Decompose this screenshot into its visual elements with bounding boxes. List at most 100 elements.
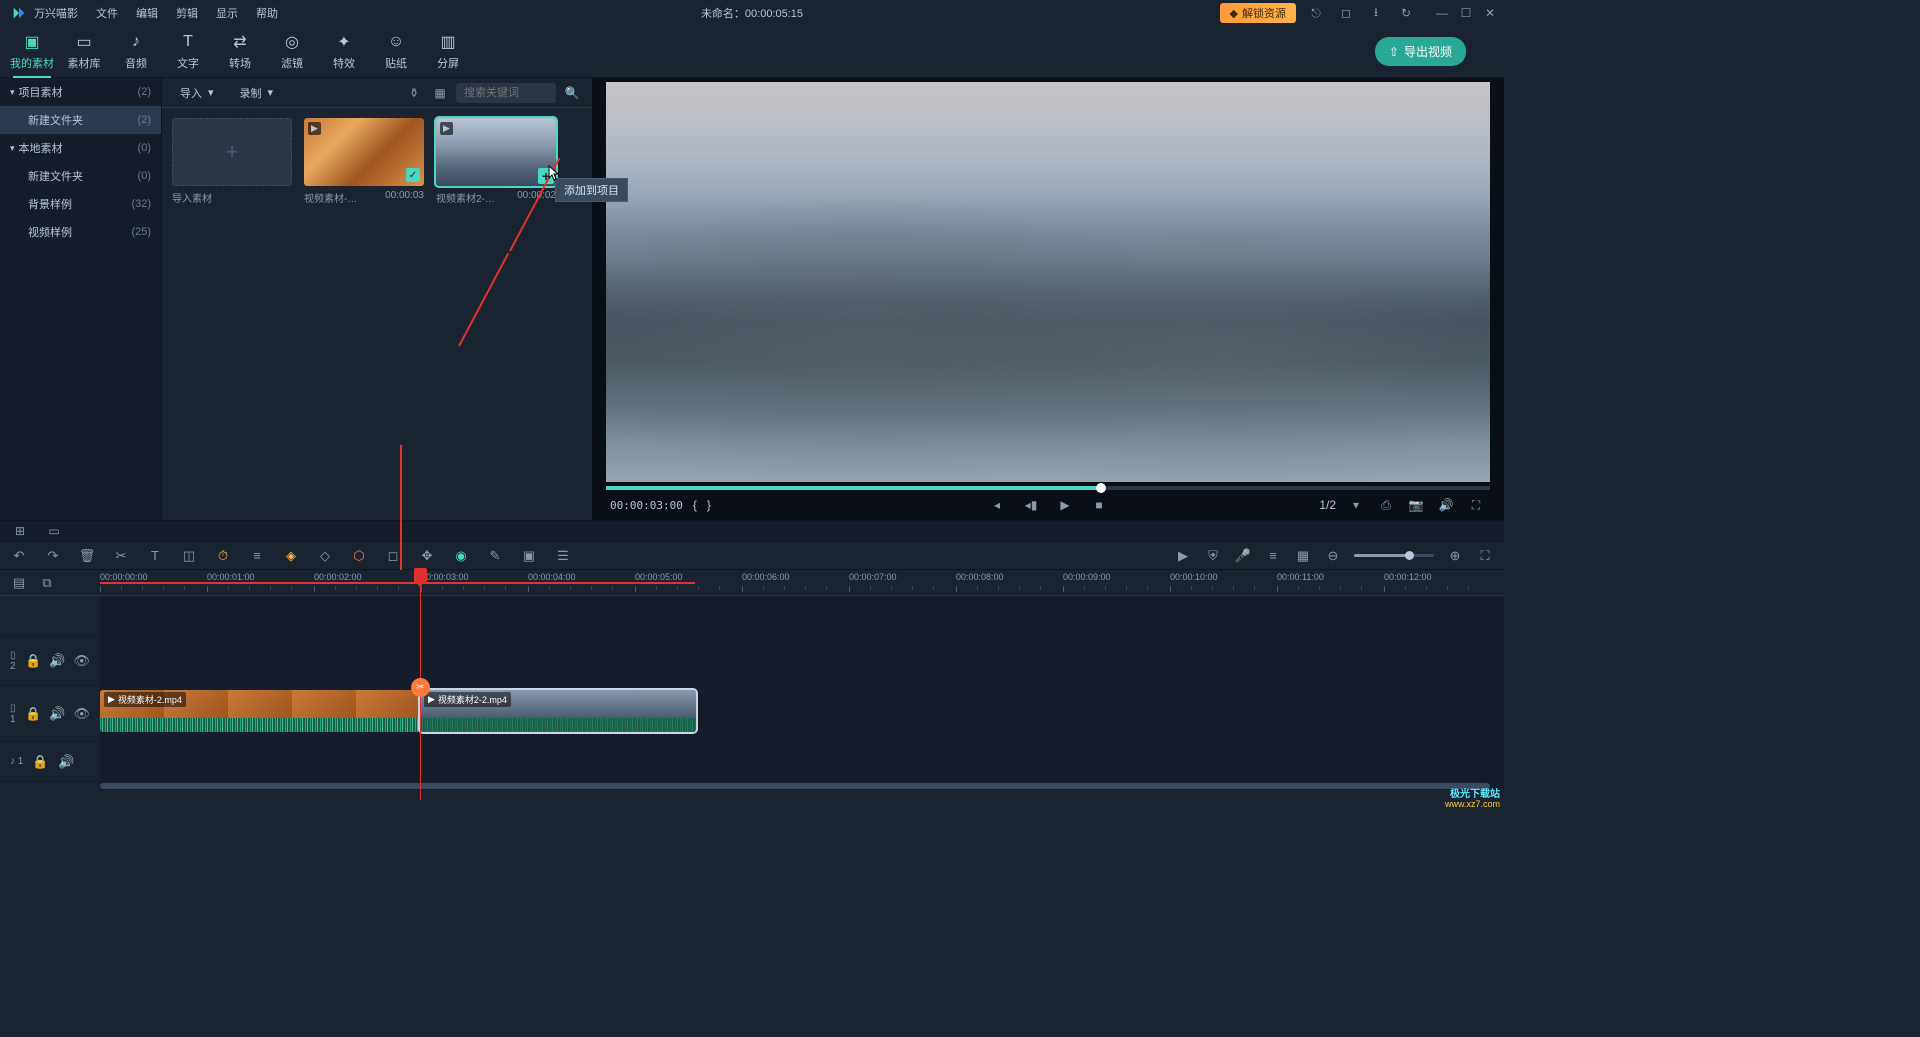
speed-button[interactable]: ⏱ bbox=[214, 547, 232, 565]
timeline-hscroll[interactable] bbox=[100, 782, 1504, 790]
maximize-button[interactable]: ☐ bbox=[1456, 3, 1476, 23]
notification-icon[interactable]: ⎋ bbox=[1306, 3, 1326, 23]
sidebar-item-video-samples[interactable]: 视频样例(25) bbox=[0, 218, 161, 246]
tab-my-media[interactable]: ▣我的素材 bbox=[8, 28, 56, 76]
lock-icon[interactable]: 🔒 bbox=[25, 705, 41, 723]
mic-icon[interactable]: 🎤 bbox=[1234, 547, 1252, 565]
mute-icon[interactable]: 🔊 bbox=[49, 705, 65, 723]
track-manage-icon[interactable]: ▤ bbox=[10, 574, 28, 592]
tab-label: 素材库 bbox=[68, 55, 101, 71]
annotation-arrow-2 bbox=[400, 445, 402, 590]
unlock-resources-button[interactable]: ◆ 解锁资源 bbox=[1220, 3, 1296, 23]
tab-stock-media[interactable]: ▭素材库 bbox=[60, 28, 108, 76]
folder-icon[interactable]: ▭ bbox=[44, 521, 64, 541]
menu-edit[interactable]: 编辑 bbox=[128, 2, 166, 24]
snapshot-icon[interactable]: ⎙ bbox=[1376, 495, 1396, 515]
motion-button[interactable]: ⬡ bbox=[350, 547, 368, 565]
work-area-range[interactable] bbox=[100, 582, 695, 584]
media-clip-2[interactable]: ▶ + 视频素材2-…00:00:02 bbox=[436, 118, 556, 205]
playhead-handle[interactable] bbox=[414, 568, 427, 582]
tab-effects[interactable]: ✦特效 bbox=[320, 28, 368, 76]
screen-button[interactable]: ▣ bbox=[520, 547, 538, 565]
preview-scale[interactable]: 1/2 bbox=[1319, 498, 1336, 512]
snap-icon[interactable]: ▦ bbox=[1294, 547, 1312, 565]
tab-audio[interactable]: ♪音频 bbox=[112, 28, 160, 76]
mute-icon[interactable]: 🔊 bbox=[49, 652, 65, 670]
crop-button[interactable]: ◫ bbox=[180, 547, 198, 565]
menu-help[interactable]: 帮助 bbox=[248, 2, 286, 24]
text-tool-button[interactable]: T bbox=[146, 547, 164, 565]
search-icon[interactable]: 🔍 bbox=[562, 83, 582, 103]
play-button[interactable]: ▶ bbox=[1055, 495, 1075, 515]
undo-button[interactable]: ↶ bbox=[10, 547, 28, 565]
prev-frame-button[interactable]: ◂ bbox=[987, 495, 1007, 515]
search-input[interactable] bbox=[456, 83, 556, 103]
stop-button[interactable]: ■ bbox=[1089, 495, 1109, 515]
audio-tool-button[interactable]: ≡ bbox=[248, 547, 266, 565]
sync-icon[interactable]: ↻ bbox=[1396, 3, 1416, 23]
lock-icon[interactable]: 🔒 bbox=[25, 652, 41, 670]
tab-filter[interactable]: ◎滤镜 bbox=[268, 28, 316, 76]
menu-clip[interactable]: 剪辑 bbox=[168, 2, 206, 24]
fullscreen-icon[interactable]: ⛶ bbox=[1466, 495, 1486, 515]
visibility-icon[interactable]: 👁 bbox=[73, 705, 90, 723]
media-clip-1[interactable]: ▶ ✓ 视频素材-…00:00:03 bbox=[304, 118, 424, 205]
redo-button[interactable]: ↷ bbox=[44, 547, 62, 565]
visibility-icon[interactable]: 👁 bbox=[73, 652, 90, 670]
record-dropdown[interactable]: 录制▾ bbox=[232, 82, 282, 104]
mute-icon[interactable]: 🔊 bbox=[57, 753, 75, 771]
filter-icon[interactable]: ⚱ bbox=[404, 83, 424, 103]
split-button[interactable]: ✂ bbox=[112, 547, 130, 565]
sidebar-item-background-samples[interactable]: 背景样例(32) bbox=[0, 190, 161, 218]
zoom-in-button[interactable]: ⊕ bbox=[1446, 547, 1464, 565]
message-icon[interactable]: ◻ bbox=[1336, 3, 1356, 23]
tab-split-screen[interactable]: ▥分屏 bbox=[424, 28, 472, 76]
camera-icon[interactable]: 📷 bbox=[1406, 495, 1426, 515]
edit-button[interactable]: ✎ bbox=[486, 547, 504, 565]
delete-button[interactable]: 🗑 bbox=[78, 547, 96, 565]
color-button[interactable]: ◈ bbox=[282, 547, 300, 565]
timeline-ruler[interactable]: 00:00:00:0000:00:01:0000:00:02:0000:00:0… bbox=[100, 570, 1504, 595]
mixer-icon[interactable]: ≡ bbox=[1264, 547, 1282, 565]
fit-button[interactable]: ⛶ bbox=[1476, 547, 1494, 565]
render-icon[interactable]: ▶ bbox=[1174, 547, 1192, 565]
link-icon[interactable]: ⧉ bbox=[38, 574, 56, 592]
playhead[interactable]: ✂ bbox=[420, 570, 421, 800]
mark-in-button[interactable]: { bbox=[693, 498, 697, 512]
export-button[interactable]: ⇧ 导出视频 bbox=[1375, 37, 1466, 66]
close-button[interactable]: ✕ bbox=[1480, 3, 1500, 23]
menu-view[interactable]: 显示 bbox=[208, 2, 246, 24]
sidebar-item-local-media[interactable]: 本地素材(0) bbox=[0, 134, 161, 162]
download-icon[interactable]: ⭳ bbox=[1366, 3, 1386, 23]
menu-file[interactable]: 文件 bbox=[88, 2, 126, 24]
shield-icon[interactable]: ⛨ bbox=[1204, 547, 1222, 565]
sidebar-item-project-media[interactable]: 项目素材(2) bbox=[0, 78, 161, 106]
panel-footer: ⊞ ▭ bbox=[0, 520, 1504, 542]
lock-icon[interactable]: 🔒 bbox=[31, 753, 49, 771]
import-dropdown[interactable]: 导入▾ bbox=[172, 82, 222, 104]
chevron-down-icon[interactable]: ▾ bbox=[1346, 495, 1366, 515]
zoom-out-button[interactable]: ⊖ bbox=[1324, 547, 1342, 565]
grid-view-icon[interactable]: ▦ bbox=[430, 83, 450, 103]
media-import-tile[interactable]: + 导入素材 bbox=[172, 118, 292, 205]
tab-transition[interactable]: ⇄转场 bbox=[216, 28, 264, 76]
adjust-button[interactable]: ☰ bbox=[554, 547, 572, 565]
sidebar-item-new-folder-2[interactable]: 新建文件夹(0) bbox=[0, 162, 161, 190]
preview-video[interactable] bbox=[606, 82, 1490, 482]
timeline-clip-2[interactable]: ▶视频素材2-2.mp4 bbox=[420, 690, 696, 732]
minimize-button[interactable]: — bbox=[1432, 3, 1452, 23]
transform-button[interactable]: ✥ bbox=[418, 547, 436, 565]
zoom-slider[interactable] bbox=[1354, 554, 1434, 557]
marker-button[interactable]: ◉ bbox=[452, 547, 470, 565]
watermark: 极光下载站 www.xz7.com bbox=[1445, 789, 1500, 810]
tab-sticker[interactable]: ☺贴纸 bbox=[372, 28, 420, 76]
keyframe-button[interactable]: ◇ bbox=[316, 547, 334, 565]
folder-add-icon[interactable]: ⊞ bbox=[10, 521, 30, 541]
timeline-clip-1[interactable]: ▶视频素材-2.mp4 bbox=[100, 690, 420, 732]
mark-out-button[interactable]: } bbox=[707, 498, 711, 512]
volume-icon[interactable]: 🔊 bbox=[1436, 495, 1456, 515]
tab-text[interactable]: T文字 bbox=[164, 28, 212, 76]
step-back-button[interactable]: ◂▮ bbox=[1021, 495, 1041, 515]
sidebar-item-new-folder-1[interactable]: 新建文件夹(2) bbox=[0, 106, 161, 134]
cut-button[interactable]: ✂ bbox=[411, 678, 430, 697]
